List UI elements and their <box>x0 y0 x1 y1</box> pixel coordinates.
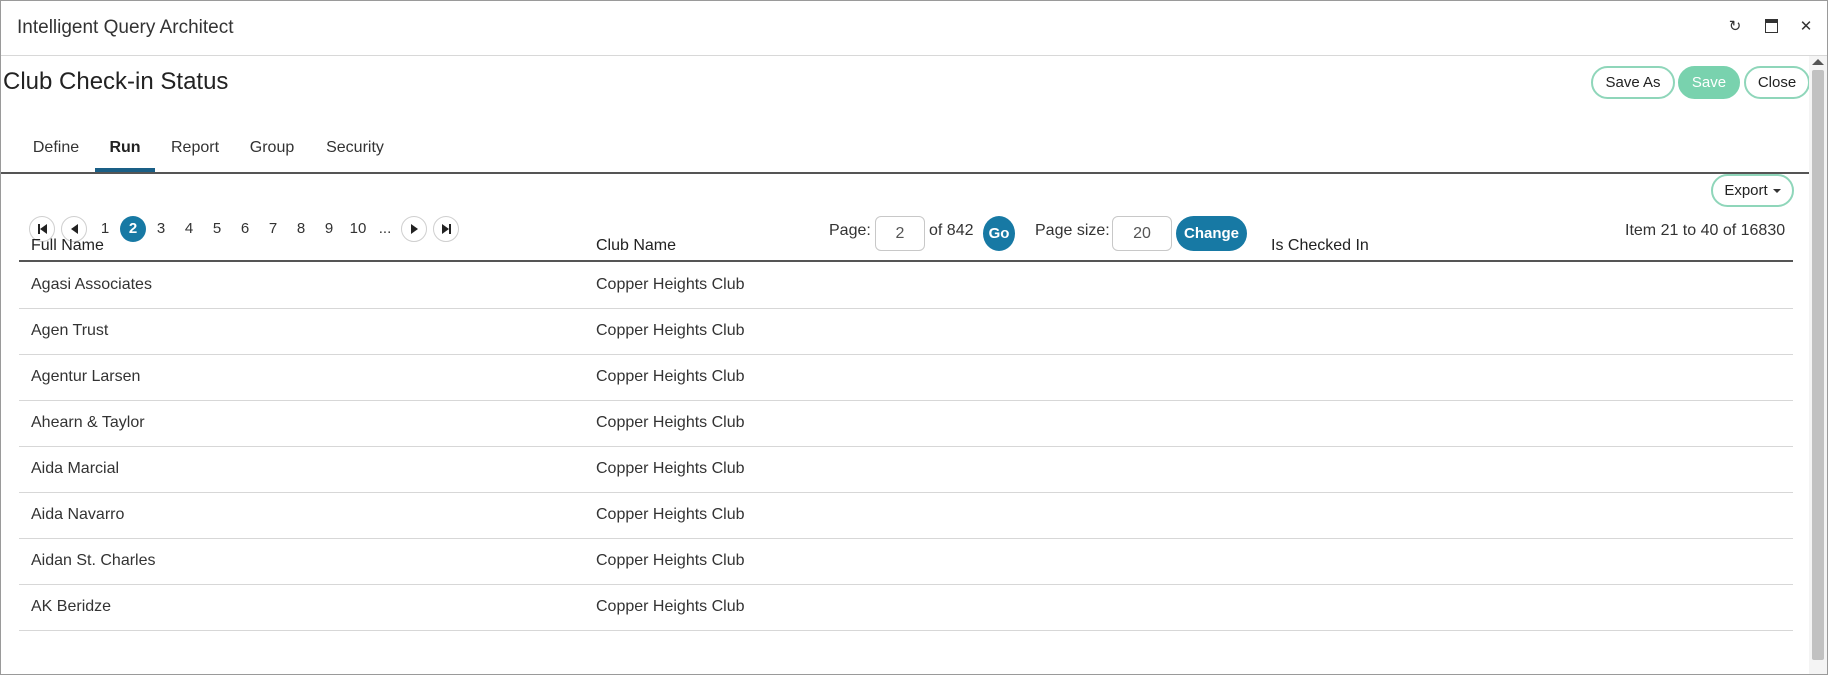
tab-define[interactable]: Define <box>25 126 87 172</box>
table-row[interactable]: Agentur Larsen Copper Heights Club <box>19 355 1793 401</box>
cell-full-name: Aidan St. Charles <box>31 552 156 569</box>
export-label: Export <box>1724 182 1768 199</box>
grid-header: Full Name Club Name Is Checked In <box>19 224 1793 262</box>
cell-full-name: AK Beridze <box>31 598 112 615</box>
tab-run[interactable]: Run <box>95 126 155 172</box>
window-title: Intelligent Query Architect <box>17 17 234 38</box>
cell-club-name: Copper Heights Club <box>596 598 745 615</box>
cell-full-name: Aida Marcial <box>31 460 120 477</box>
refresh-icon[interactable]: ↻ <box>1724 16 1746 38</box>
column-header-club-name[interactable]: Club Name <box>596 237 676 255</box>
title-bar: Intelligent Query Architect ↻ ✕ <box>1 1 1827 56</box>
cell-full-name: Ahearn & Taylor <box>31 414 145 431</box>
cell-club-name: Copper Heights Club <box>596 552 745 569</box>
close-icon[interactable]: ✕ <box>1795 16 1817 38</box>
table-row[interactable]: AK Beridze Copper Heights Club <box>19 585 1793 631</box>
cell-club-name: Copper Heights Club <box>596 506 745 523</box>
chevron-down-icon <box>1772 189 1781 194</box>
maximize-icon[interactable] <box>1760 16 1782 38</box>
column-header-is-checked-in[interactable]: Is Checked In <box>1271 237 1369 255</box>
save-as-button[interactable]: Save As <box>1591 66 1675 99</box>
cell-full-name: Agentur Larsen <box>31 368 141 385</box>
app-window: Intelligent Query Architect ↻ ✕ Club Che… <box>0 0 1828 675</box>
table-row[interactable]: Ahearn & Taylor Copper Heights Club <box>19 401 1793 447</box>
cell-full-name: Agasi Associates <box>31 276 152 293</box>
table-row[interactable]: Agasi Associates Copper Heights Club <box>19 263 1793 309</box>
table-row[interactable]: Agen Trust Copper Heights Club <box>19 309 1793 355</box>
grid-body: Agasi Associates Copper Heights Club Age… <box>19 263 1793 631</box>
scrollbar-thumb[interactable] <box>1812 70 1824 660</box>
scroll-up-arrow-icon[interactable] <box>1812 59 1824 65</box>
table-row[interactable]: Aidan St. Charles Copper Heights Club <box>19 539 1793 585</box>
save-button[interactable]: Save <box>1678 66 1740 99</box>
cell-club-name: Copper Heights Club <box>596 322 745 339</box>
cell-club-name: Copper Heights Club <box>596 460 745 477</box>
page-title: Club Check-in Status <box>3 68 229 95</box>
cell-full-name: Agen Trust <box>31 322 109 339</box>
main-content: Club Check-in Status Save As Save Close … <box>1 56 1810 674</box>
vertical-scrollbar[interactable] <box>1809 56 1827 674</box>
cell-club-name: Copper Heights Club <box>596 276 745 293</box>
cell-full-name: Aida Navarro <box>31 506 125 523</box>
cell-club-name: Copper Heights Club <box>596 368 745 385</box>
tab-bar: Define Run Report Group Security <box>1 126 1809 174</box>
close-button[interactable]: Close <box>1744 66 1810 99</box>
column-header-full-name[interactable]: Full Name <box>31 237 104 255</box>
tab-security[interactable]: Security <box>319 126 391 172</box>
export-button[interactable]: Export <box>1711 174 1794 207</box>
table-row[interactable]: Aida Navarro Copper Heights Club <box>19 493 1793 539</box>
cell-club-name: Copper Heights Club <box>596 414 745 431</box>
tab-group[interactable]: Group <box>241 126 303 172</box>
tab-report[interactable]: Report <box>163 126 227 172</box>
table-row[interactable]: Aida Marcial Copper Heights Club <box>19 447 1793 493</box>
